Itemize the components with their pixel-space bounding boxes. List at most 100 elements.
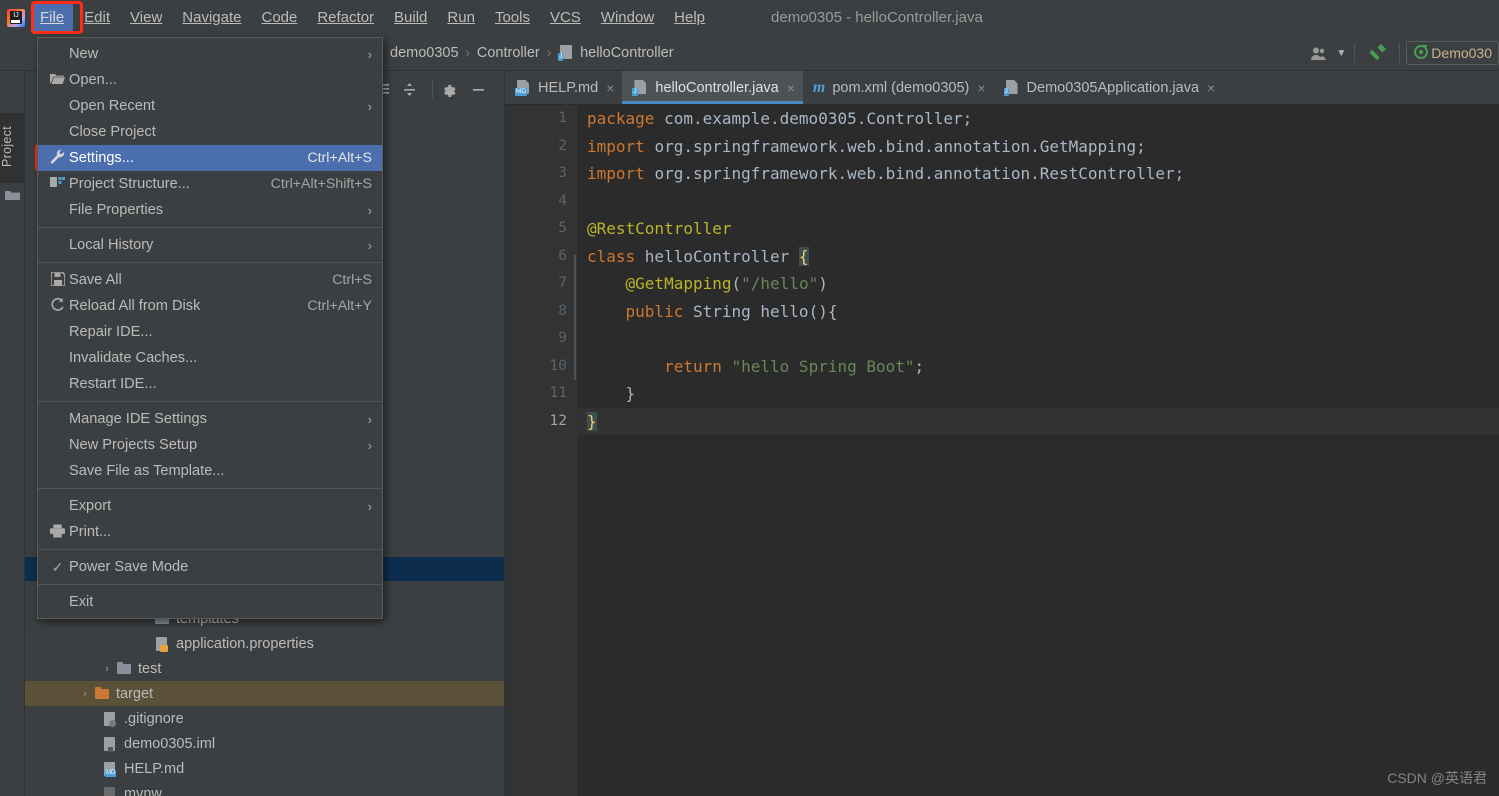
code-line: import org.springframework.web.bind.anno… (577, 133, 1499, 161)
account-icon[interactable] (1302, 40, 1334, 66)
markdown-file-icon: MD (515, 79, 532, 96)
line-number: 3 (558, 165, 567, 181)
menu-item-open[interactable]: Open... (38, 67, 382, 93)
editor-tab-hellocontroller-java[interactable]: J helloController.java × (622, 71, 803, 104)
breadcrumb-item-class[interactable]: helloController (580, 45, 674, 61)
editor-tab-help-md[interactable]: MD HELP.md × (505, 71, 622, 104)
tree-row[interactable]: .gitignore (25, 706, 504, 731)
tree-row[interactable]: application.properties (25, 631, 504, 656)
menu-item-label: Save All (69, 272, 122, 288)
menu-item-settings[interactable]: Settings... Ctrl+Alt+S (38, 145, 382, 171)
menu-item-close-project[interactable]: Close Project (38, 119, 382, 145)
menu-item-new-projects-setup[interactable]: New Projects Setup › (38, 432, 382, 458)
settings-gear-icon[interactable] (433, 77, 463, 101)
spring-boot-icon (1413, 44, 1431, 62)
code-token: @RestController (587, 219, 732, 238)
menu-window[interactable]: Window (592, 4, 663, 32)
tree-item-label: application.properties (176, 635, 314, 652)
folder-orange-icon (93, 686, 113, 702)
code-token: org.springframework.web.bind.annotation.… (654, 136, 1146, 156)
menu-item-print[interactable]: Print... (38, 519, 382, 545)
line-number: 6 (558, 247, 567, 264)
project-structure-icon (46, 176, 69, 192)
java-file-icon: J (632, 79, 649, 96)
run-configuration-selector[interactable]: Demo030 (1406, 41, 1499, 65)
menu-navigate-label: Navigate (182, 8, 242, 26)
code-token: return (664, 356, 732, 376)
chevron-right-icon: › (367, 498, 372, 514)
menu-separator (38, 262, 382, 263)
menu-item-manage-ide-settings[interactable]: Manage IDE Settings › (38, 406, 382, 432)
chevron-right-icon: › (367, 98, 372, 114)
menu-item-power-save-mode[interactable]: ✓ Power Save Mode (38, 554, 382, 580)
chevron-down-icon[interactable]: ▼ (1334, 40, 1348, 66)
close-icon[interactable]: × (1207, 80, 1215, 96)
tree-row[interactable]: › test (25, 656, 504, 681)
hide-icon[interactable] (463, 77, 493, 101)
menu-code[interactable]: Code (252, 4, 306, 32)
menu-item-repair-ide[interactable]: Repair IDE... (38, 319, 382, 345)
menu-navigate[interactable]: Navigate (173, 4, 250, 32)
code-token: } (587, 411, 597, 431)
tree-row[interactable]: mvnw (25, 781, 504, 796)
menu-item-invalidate-caches[interactable]: Invalidate Caches... (38, 345, 382, 371)
menu-item-label: Manage IDE Settings (69, 411, 207, 427)
menu-edit[interactable]: Edit (75, 4, 119, 32)
maven-icon: m (812, 78, 826, 96)
java-file-icon: J (1003, 79, 1021, 96)
iml-file-icon (101, 736, 121, 752)
menu-help[interactable]: Help (665, 4, 714, 32)
menu-tools[interactable]: Tools (486, 4, 539, 32)
menu-item-reload-all-from-disk[interactable]: Reload All from Disk Ctrl+Alt+Y (38, 293, 382, 319)
tool-window-tab-structure[interactable]: cture (0, 771, 25, 796)
menu-item-restart-ide[interactable]: Restart IDE... (38, 371, 382, 397)
breadcrumb-item-project[interactable]: demo0305 (390, 45, 459, 61)
folder-open-icon (46, 72, 69, 88)
menu-run[interactable]: Run (438, 4, 484, 32)
menu-item-file-properties[interactable]: File Properties › (38, 197, 382, 223)
menu-build[interactable]: Build (385, 4, 436, 32)
tool-window-tab-project[interactable]: Project (0, 113, 25, 183)
ide-window: IJ File Edit View Navigate Code Refactor… (0, 0, 1499, 796)
menu-item-exit[interactable]: Exit (38, 589, 382, 615)
code-token: class (587, 246, 645, 266)
menu-item-open-recent[interactable]: Open Recent › (38, 93, 382, 119)
folder-icon (115, 661, 135, 677)
checkmark-icon: ✓ (51, 558, 64, 575)
code-token: @GetMapping (625, 274, 732, 293)
hammer-icon[interactable] (1361, 40, 1393, 66)
menu-item-shortcut: Ctrl+S (332, 272, 372, 288)
menu-build-label: Build (394, 8, 428, 26)
breadcrumb-item-package[interactable]: Controller (477, 45, 540, 61)
menu-item-label: Export (69, 498, 112, 514)
menu-refactor[interactable]: Refactor (308, 4, 383, 32)
menu-item-local-history[interactable]: Local History › (38, 232, 382, 258)
chevron-right-icon: › (367, 411, 372, 427)
menu-item-new[interactable]: New › (38, 41, 382, 67)
intellij-idea-logo-icon: IJ (2, 2, 30, 34)
editor-tab-pom-xml[interactable]: m pom.xml (demo0305) × (803, 71, 994, 104)
close-icon[interactable]: × (977, 80, 985, 96)
code-content: package com.example.demo0305.Controller;… (577, 105, 1499, 796)
close-icon[interactable]: × (606, 80, 614, 96)
menu-item-save-all[interactable]: Save All Ctrl+S (38, 267, 382, 293)
menu-view[interactable]: View (121, 4, 171, 32)
tree-row[interactable]: demo0305.iml (25, 731, 504, 756)
collapse-all-icon[interactable] (396, 77, 422, 101)
menu-item-save-file-as-template[interactable]: Save File as Template... (38, 458, 382, 484)
tree-row[interactable]: › target (25, 681, 504, 706)
menu-item-project-structure[interactable]: Project Structure... Ctrl+Alt+Shift+S (38, 171, 382, 197)
code-editor[interactable]: 1 2 3 4 5 6 7 8 9 10 11 12 package com.e… (505, 105, 1499, 796)
editor-tab-demo0305application-java[interactable]: J Demo0305Application.java × (994, 71, 1224, 104)
menu-vcs[interactable]: VCS (541, 4, 590, 32)
tree-row[interactable]: MD HELP.md (25, 756, 504, 781)
menu-file[interactable]: File (31, 3, 74, 32)
chevron-right-icon[interactable]: › (77, 688, 93, 700)
shell-file-icon (101, 786, 121, 796)
chevron-right-icon[interactable]: › (99, 663, 115, 675)
tree-item-label: demo0305.iml (124, 735, 216, 752)
menu-item-export[interactable]: Export › (38, 493, 382, 519)
menu-window-label: Window (600, 8, 655, 26)
close-icon[interactable]: × (787, 80, 795, 96)
